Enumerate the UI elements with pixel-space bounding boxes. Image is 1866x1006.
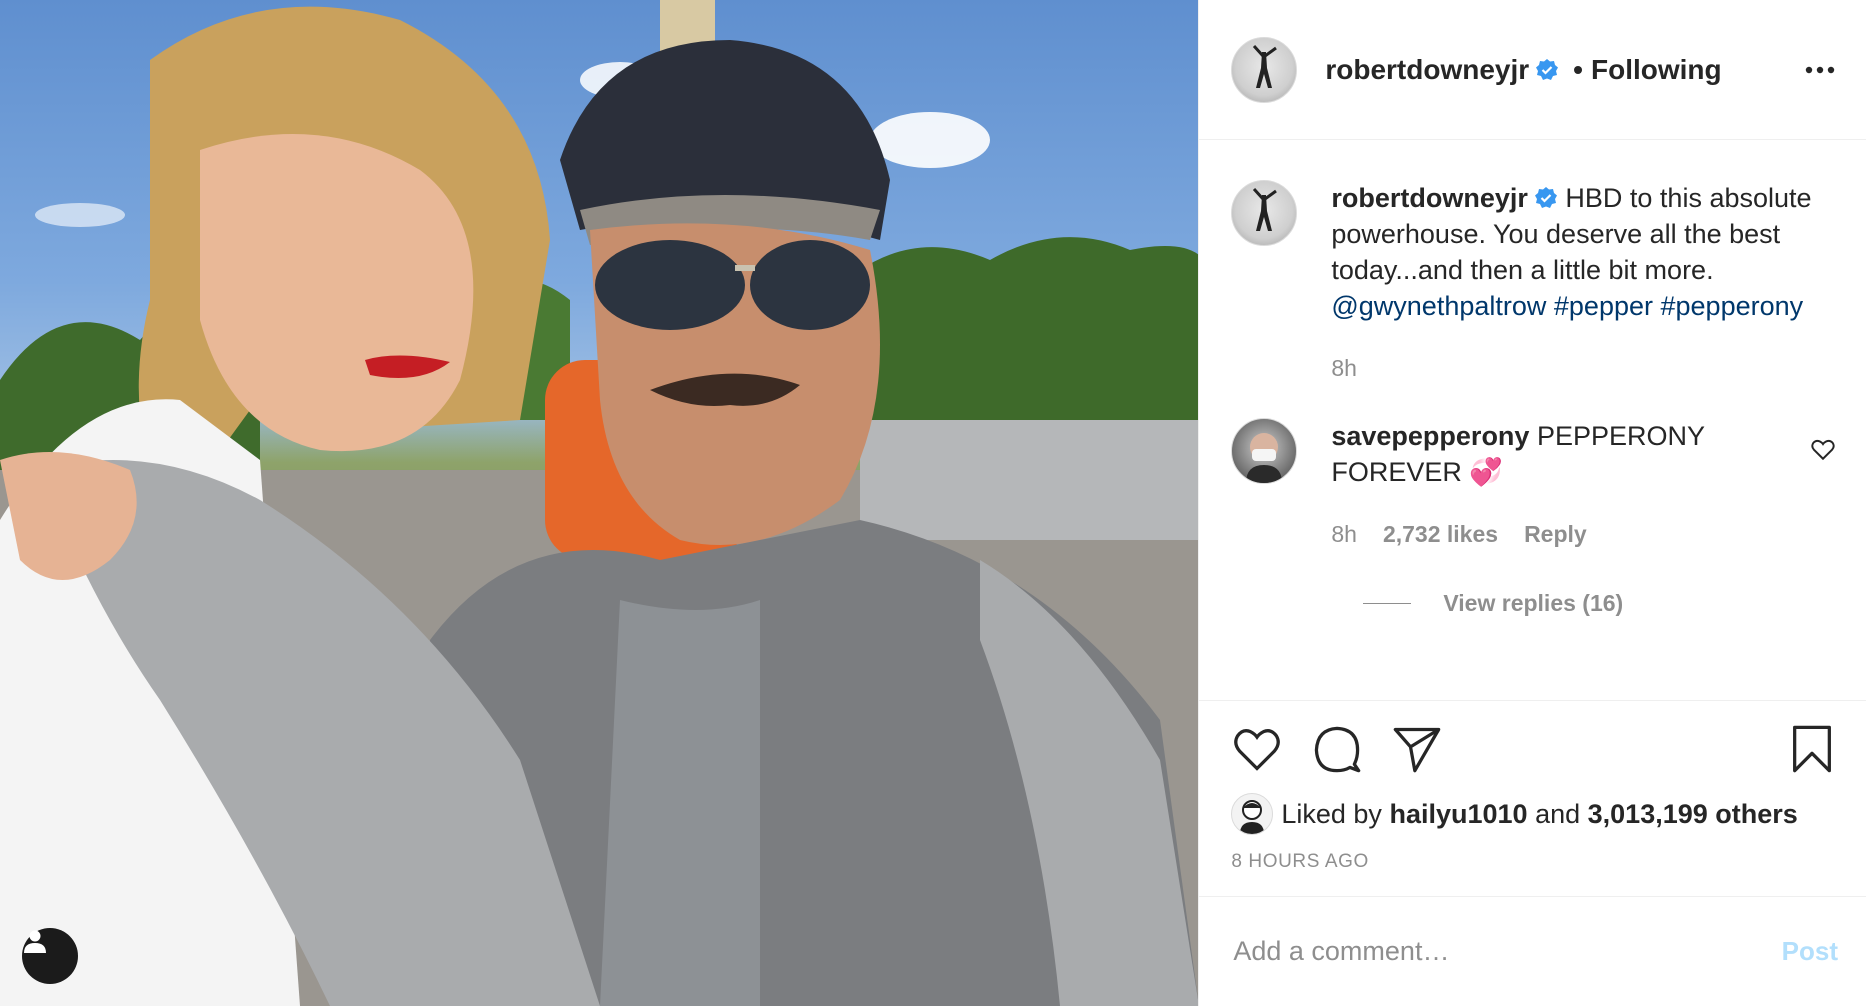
likes-count[interactable]: 3,013,199 others bbox=[1588, 799, 1798, 830]
user-tag-icon bbox=[24, 930, 46, 953]
comment-meta: 8h 2,732 likes Reply bbox=[1331, 516, 1821, 552]
post-header: robertdowneyjr • Following bbox=[1199, 0, 1866, 140]
author-username-text[interactable]: robertdowneyjr bbox=[1325, 54, 1529, 85]
view-replies-label[interactable]: View replies (16) bbox=[1443, 590, 1623, 617]
commenter-avatar[interactable] bbox=[1231, 418, 1298, 484]
comment-body: savepepperony PEPPERONY FOREVER 💞 8h 2,7… bbox=[1331, 418, 1821, 552]
commenter-avatar-image bbox=[1246, 433, 1283, 483]
liked-by-user[interactable]: hailyu1010 bbox=[1389, 799, 1527, 830]
caption-hashtag-pepper[interactable]: #pepper bbox=[1554, 291, 1653, 321]
author-avatar-image bbox=[1253, 44, 1278, 88]
verified-badge-icon bbox=[1536, 58, 1559, 80]
instagram-post: robertdowneyjr • Following robertdowneyj… bbox=[0, 0, 1866, 1006]
post-photo[interactable] bbox=[0, 0, 1199, 1006]
post-actions: Liked by hailyu1010 and 3,013,199 others… bbox=[1199, 700, 1866, 896]
following-button[interactable]: Following bbox=[1591, 54, 1722, 86]
tag-user-button[interactable] bbox=[22, 928, 78, 984]
caption-author-avatar-image bbox=[1253, 187, 1278, 231]
post-sidebar: robertdowneyjr • Following robertdowneyj… bbox=[1198, 0, 1866, 1006]
author-avatar[interactable] bbox=[1231, 36, 1298, 103]
paper-plane-icon[interactable] bbox=[1391, 723, 1443, 775]
comment-bubble-icon[interactable] bbox=[1311, 723, 1363, 775]
comments-section: robertdowneyjr HBD to this absolute powe… bbox=[1199, 140, 1866, 700]
comment-emoji: 💞 bbox=[1469, 457, 1504, 487]
view-replies-button[interactable]: View replies (16) bbox=[1363, 590, 1838, 617]
view-replies-line bbox=[1363, 603, 1412, 604]
caption-body: robertdowneyjr HBD to this absolute powe… bbox=[1331, 180, 1821, 386]
photo-illustration bbox=[0, 0, 1199, 1006]
caption-author-avatar[interactable] bbox=[1231, 180, 1298, 246]
post-comment-button[interactable]: Post bbox=[1782, 936, 1838, 967]
bookmark-icon[interactable] bbox=[1786, 723, 1838, 775]
liker-avatar-image bbox=[1240, 800, 1265, 834]
comment-reply-button[interactable]: Reply bbox=[1524, 516, 1587, 552]
more-horizontal-icon bbox=[1805, 66, 1835, 74]
commenter-username[interactable]: savepepperony bbox=[1331, 421, 1529, 451]
liked-by: Liked by hailyu1010 and 3,013,199 others bbox=[1231, 793, 1838, 835]
comment-like-heart-icon[interactable] bbox=[1810, 436, 1836, 462]
liked-by-and: and bbox=[1535, 798, 1581, 829]
caption: robertdowneyjr HBD to this absolute powe… bbox=[1231, 180, 1838, 386]
author-username[interactable]: robertdowneyjr bbox=[1325, 54, 1559, 86]
caption-mention[interactable]: @gwynethpaltrow bbox=[1331, 291, 1546, 321]
comment-time[interactable]: 8h bbox=[1331, 516, 1357, 552]
comment-item: savepepperony PEPPERONY FOREVER 💞 8h 2,7… bbox=[1231, 418, 1838, 552]
verified-badge-icon bbox=[1534, 187, 1557, 208]
comment-input[interactable] bbox=[1231, 935, 1782, 968]
comment-likes[interactable]: 2,732 likes bbox=[1383, 516, 1498, 552]
more-options-button[interactable] bbox=[1800, 50, 1840, 90]
caption-meta: 8h bbox=[1331, 350, 1821, 386]
caption-username[interactable]: robertdowneyjr bbox=[1331, 183, 1528, 213]
heart-icon[interactable] bbox=[1231, 723, 1283, 775]
action-icons bbox=[1231, 723, 1838, 775]
caption-hashtag-pepperony[interactable]: #pepperony bbox=[1661, 291, 1804, 321]
add-comment-bar: Post bbox=[1199, 896, 1866, 1006]
post-timestamp[interactable]: 8 HOURS AGO bbox=[1231, 851, 1838, 873]
caption-time[interactable]: 8h bbox=[1331, 350, 1357, 386]
liker-avatar[interactable] bbox=[1231, 793, 1274, 835]
header-separator: • bbox=[1573, 53, 1583, 85]
liked-by-prefix: Liked by bbox=[1281, 798, 1382, 829]
